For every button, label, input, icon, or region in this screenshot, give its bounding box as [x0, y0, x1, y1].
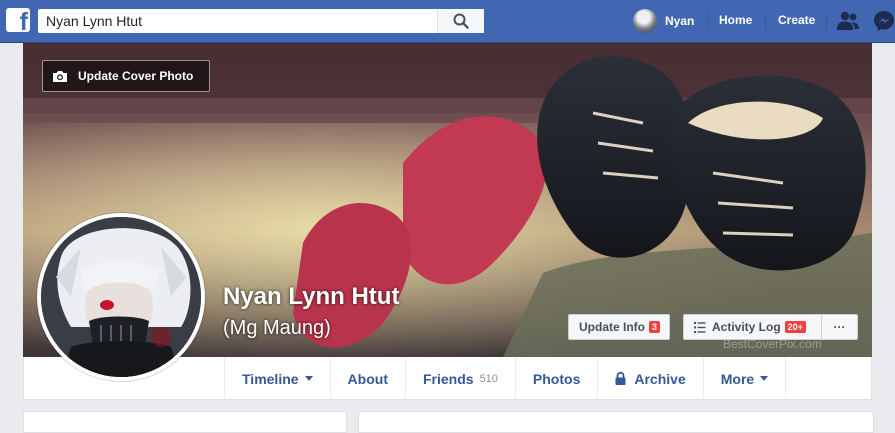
search-button[interactable] — [437, 9, 484, 33]
activity-log-badge: 20+ — [784, 321, 806, 333]
nav-divider — [826, 12, 827, 30]
nav-divider — [707, 12, 708, 30]
update-cover-photo-button[interactable]: Update Cover Photo — [42, 60, 210, 92]
tab-archive[interactable]: Archive — [598, 357, 704, 400]
activity-log-label: Activity Log — [712, 320, 781, 334]
profile-picture[interactable] — [37, 213, 205, 381]
update-info-label: Update Info — [579, 320, 645, 334]
update-info-badge: 3 — [649, 321, 661, 333]
facebook-logo-icon[interactable]: f — [6, 8, 30, 35]
nav-user-name: Nyan — [665, 14, 695, 28]
nav-create-link[interactable]: Create — [778, 13, 815, 27]
update-cover-photo-label: Update Cover Photo — [78, 69, 194, 83]
update-info-button[interactable]: Update Info 3 — [568, 314, 670, 340]
nav-profile-link[interactable]: Nyan — [633, 9, 694, 33]
more-options-icon: ··· — [833, 320, 846, 334]
search-bar — [38, 9, 484, 33]
top-navigation-bar: f Nyan Home Create — [0, 0, 895, 43]
nav-divider — [765, 12, 766, 30]
lock-icon — [615, 372, 626, 385]
profile-name[interactable]: Nyan Lynn Htut — [223, 283, 399, 311]
composer-card — [358, 411, 874, 433]
friends-count: 510 — [479, 372, 498, 385]
avatar — [41, 217, 201, 377]
avatar — [633, 9, 657, 33]
tab-label: Timeline — [242, 370, 299, 387]
tab-label: Archive — [634, 370, 686, 387]
tab-label: Photos — [532, 370, 581, 387]
tab-about[interactable]: About — [331, 357, 406, 400]
search-input[interactable] — [38, 9, 436, 33]
intro-card — [23, 411, 347, 433]
nav-home-link[interactable]: Home — [719, 13, 752, 27]
camera-icon — [52, 70, 68, 83]
activity-log-button[interactable]: Activity Log 20+ — [683, 314, 821, 340]
more-options-button[interactable]: ··· — [821, 314, 858, 340]
friend-requests-icon[interactable] — [836, 10, 860, 32]
search-icon — [453, 13, 469, 29]
chevron-down-icon — [304, 376, 313, 381]
chevron-down-icon — [760, 376, 769, 381]
tab-photos[interactable]: Photos — [516, 357, 599, 400]
tab-timeline[interactable]: Timeline — [225, 357, 331, 400]
messenger-icon[interactable] — [873, 10, 895, 32]
tab-label: About — [347, 370, 388, 387]
tab-label: Friends — [422, 370, 474, 387]
list-icon — [694, 321, 706, 333]
tab-more[interactable]: More — [704, 357, 787, 400]
profile-alternate-name: (Mg Maung) — [223, 317, 331, 339]
tab-friends[interactable]: Friends 510 — [406, 357, 516, 400]
tab-label: More — [720, 370, 755, 387]
